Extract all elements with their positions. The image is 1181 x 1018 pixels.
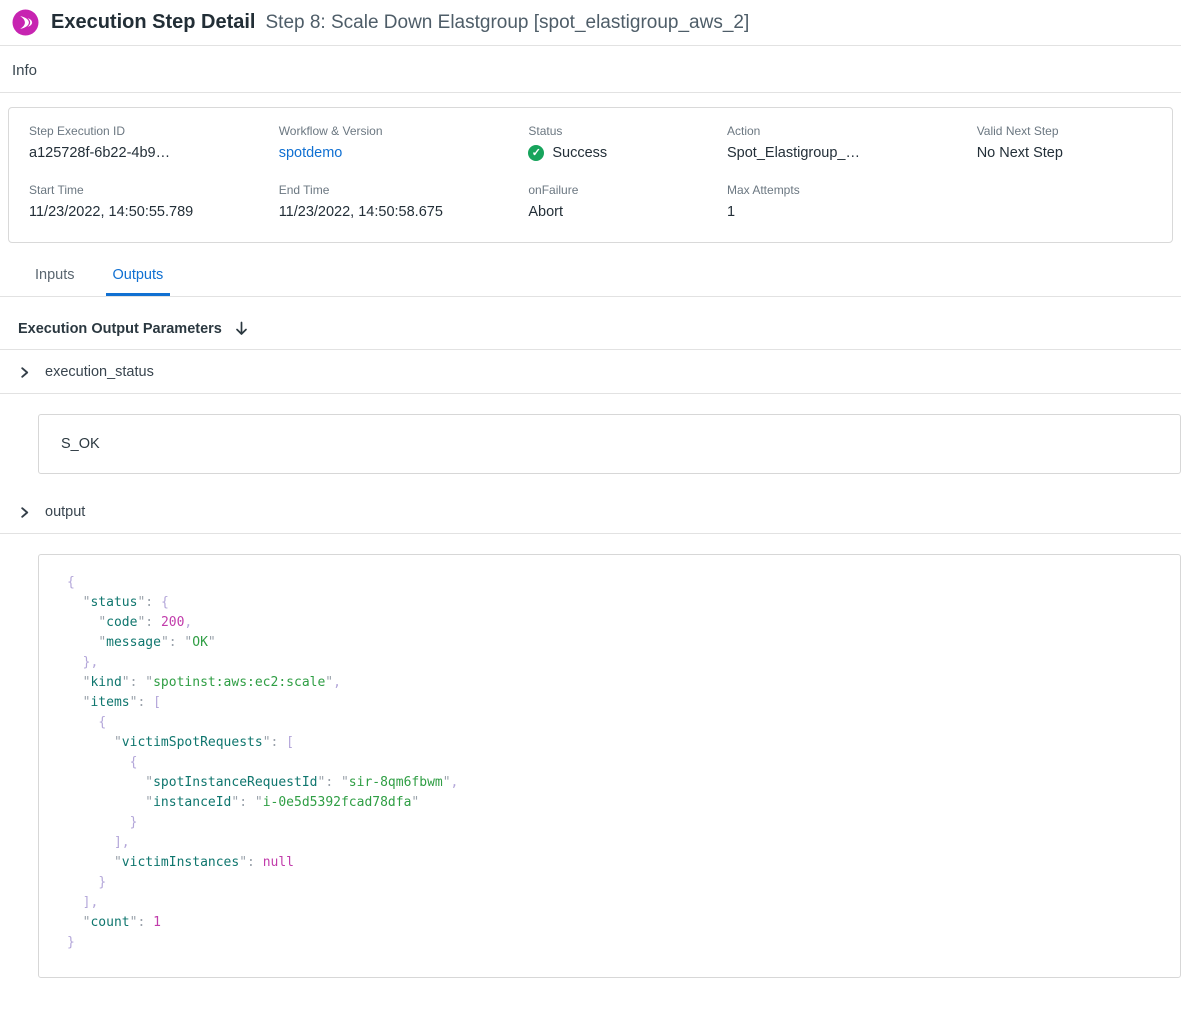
field-value: a125728f-6b22-4b9…	[29, 145, 279, 161]
field-value: Spot_Elastigroup_…	[727, 145, 977, 161]
tab-bar: Inputs Outputs	[0, 257, 1181, 297]
info-heading: Info	[0, 46, 1181, 93]
field-label: Action	[727, 124, 977, 138]
execution-status-value: S_OK	[38, 414, 1181, 474]
json-output-viewer: { "status": { "code": 200, "message": "O…	[67, 573, 1160, 953]
chevron-right-icon[interactable]	[18, 506, 31, 519]
tab-inputs[interactable]: Inputs	[28, 257, 82, 296]
field-value: 1	[727, 204, 977, 220]
section-output[interactable]: output	[0, 490, 1181, 534]
output-json-box: { "status": { "code": 200, "message": "O…	[38, 554, 1181, 978]
download-arrow-icon[interactable]	[234, 321, 249, 337]
field-value: 11/23/2022, 14:50:58.675	[279, 204, 529, 220]
tab-outputs[interactable]: Outputs	[106, 257, 171, 296]
field-label: Start Time	[29, 183, 279, 197]
page-title: Execution Step Detail	[51, 11, 256, 34]
field-workflow-version: Workflow & Version spotdemo	[279, 124, 529, 161]
field-step-execution-id: Step Execution ID a125728f-6b22-4b9…	[29, 124, 279, 161]
success-check-icon: ✓	[528, 145, 544, 161]
field-label: Valid Next Step	[977, 124, 1164, 138]
section-execution-status[interactable]: execution_status	[0, 350, 1181, 394]
page: Execution Step Detail Step 8: Scale Down…	[0, 0, 1181, 1018]
field-onfailure: onFailure Abort	[528, 183, 727, 220]
workflow-link[interactable]: spotdemo	[279, 145, 343, 161]
field-max-attempts: Max Attempts 1	[727, 183, 977, 220]
field-label: Step Execution ID	[29, 124, 279, 138]
field-start-time: Start Time 11/23/2022, 14:50:55.789	[29, 183, 279, 220]
status-badge: Success	[552, 145, 607, 161]
field-valid-next-step: Valid Next Step No Next Step	[977, 124, 1164, 161]
field-value: Abort	[528, 204, 727, 220]
field-end-time: End Time 11/23/2022, 14:50:58.675	[279, 183, 529, 220]
app-header: Execution Step Detail Step 8: Scale Down…	[0, 0, 1181, 46]
field-value: No Next Step	[977, 145, 1164, 161]
field-label: onFailure	[528, 183, 727, 197]
field-status: Status ✓ Success	[528, 124, 727, 161]
field-label: Workflow & Version	[279, 124, 529, 138]
field-label: Max Attempts	[727, 183, 977, 197]
empty-cell	[977, 183, 1164, 220]
header-titles: Execution Step Detail Step 8: Scale Down…	[51, 11, 749, 34]
section-name[interactable]: output	[45, 504, 85, 520]
app-logo-icon	[12, 9, 39, 36]
field-value: 11/23/2022, 14:50:55.789	[29, 204, 279, 220]
field-label: Status	[528, 124, 727, 138]
info-card: Step Execution ID a125728f-6b22-4b9… Wor…	[8, 107, 1173, 243]
section-name[interactable]: execution_status	[45, 364, 154, 380]
output-parameters-heading: Execution Output Parameters	[0, 305, 1181, 350]
page-subtitle: Step 8: Scale Down Elastgroup [spot_elas…	[266, 12, 750, 34]
chevron-right-icon[interactable]	[18, 366, 31, 379]
field-action: Action Spot_Elastigroup_…	[727, 124, 977, 161]
output-parameters-title: Execution Output Parameters	[18, 321, 222, 337]
field-label: End Time	[279, 183, 529, 197]
